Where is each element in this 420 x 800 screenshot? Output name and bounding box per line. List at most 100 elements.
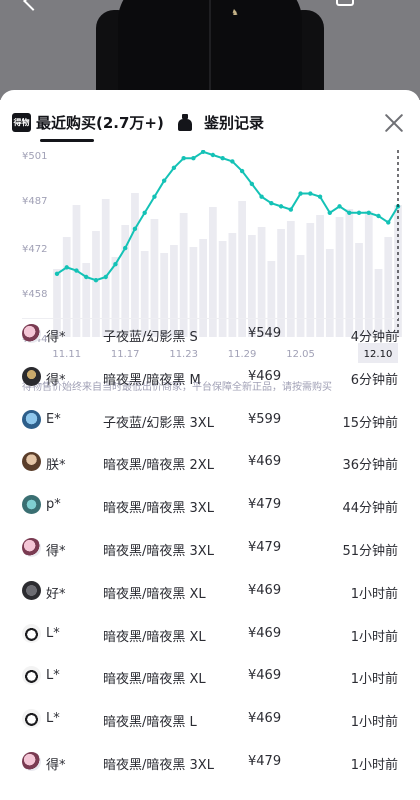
purchase-time: 1小时前 — [350, 629, 398, 645]
y-tick-label: ¥472 — [22, 244, 47, 255]
sku-variant: 暗夜黑/暗夜黑 2XL — [103, 458, 214, 474]
y-tick-label: ¥458 — [22, 289, 47, 300]
price-point — [220, 156, 225, 161]
purchase-time: 6分钟前 — [350, 372, 398, 388]
purchase-row: 得* 暗夜黑/暗夜黑 3XL ¥479 51分钟前 — [0, 529, 420, 572]
purchase-price: ¥469 — [248, 582, 282, 598]
price-point — [288, 207, 294, 212]
product-image: ♞ — [0, 0, 420, 100]
price-point — [64, 265, 69, 270]
buyer-name: L* — [46, 625, 60, 641]
price-point — [171, 165, 177, 171]
price-point — [181, 156, 186, 161]
purchase-time: 51分钟前 — [342, 544, 398, 559]
y-tick-label: ¥487 — [22, 196, 47, 207]
sheet-tabs: 得物 最近购买(2.7万+) 鉴别记录 — [0, 90, 420, 146]
tab-recent-purchases[interactable]: 得物 最近购买(2.7万+) — [12, 110, 164, 134]
buyer-name: L* — [46, 711, 60, 727]
dewu-logo-icon: 得物 — [12, 112, 31, 132]
purchase-price: ¥479 — [248, 497, 282, 513]
price-point — [132, 226, 138, 232]
purchase-time: 1小时前 — [350, 672, 398, 688]
purchase-price: ¥469 — [248, 454, 282, 470]
sku-variant: 暗夜黑/暗夜黑 L — [103, 715, 197, 731]
recent-purchases-sheet: 得物 最近购买(2.7万+) 鉴别记录 ¥501¥487¥472¥458¥444… — [0, 90, 420, 800]
purchase-price: ¥479 — [248, 540, 282, 555]
share-icon[interactable] — [336, 0, 354, 6]
purchase-price: ¥469 — [248, 711, 282, 727]
purchase-price: ¥469 — [248, 668, 282, 684]
avatar — [22, 666, 41, 686]
sku-variant: 暗夜黑/暗夜黑 XL — [103, 672, 206, 688]
sku-variant: 子夜蓝/幻影黑 S — [103, 330, 198, 345]
purchase-time: 1小时前 — [350, 586, 398, 602]
purchase-row: E* 子夜蓝/幻影黑 3XL ¥599 15分钟前 — [0, 401, 420, 444]
purchase-time: 4分钟前 — [350, 330, 398, 345]
purchase-time: 15分钟前 — [342, 415, 398, 431]
price-point — [298, 191, 303, 196]
avatar — [22, 324, 41, 343]
sku-variant: 暗夜黑/暗夜黑 XL — [103, 586, 206, 602]
price-point — [327, 210, 332, 215]
price-point — [152, 194, 157, 199]
price-point — [278, 204, 284, 209]
purchase-price: ¥549 — [248, 326, 282, 341]
avatar — [22, 623, 41, 643]
buyer-name: 得* — [46, 372, 66, 388]
close-icon[interactable] — [384, 113, 404, 133]
purchase-row: L* 暗夜黑/暗夜黑 XL ¥469 1小时前 — [0, 657, 420, 700]
purchase-row: L* 暗夜黑/暗夜黑 XL ¥469 1小时前 — [0, 615, 420, 658]
buyer-name: L* — [46, 668, 60, 684]
price-point — [142, 210, 147, 215]
purchase-price: ¥479 — [248, 754, 282, 769]
buyer-name: 好* — [46, 586, 66, 602]
purchase-price: ¥469 — [248, 625, 282, 641]
price-point — [366, 210, 371, 215]
price-point — [386, 220, 391, 225]
brand-logo-icon: ♞ — [231, 8, 239, 17]
bottle-icon — [178, 113, 192, 131]
purchase-row: 得* 暗夜黑/暗夜黑 3XL ¥479 1小时前 — [0, 743, 420, 786]
price-point — [93, 278, 99, 283]
price-point — [54, 271, 60, 276]
back-icon[interactable] — [23, 0, 43, 11]
price-point — [347, 210, 352, 215]
price-point — [161, 178, 167, 183]
y-tick-label: ¥501 — [22, 151, 47, 162]
price-point — [84, 274, 89, 280]
buyer-name: 得* — [46, 544, 66, 559]
avatar — [22, 452, 41, 472]
tab-label: 最近购买(2.7万+) — [36, 113, 164, 132]
sku-variant: 暗夜黑/暗夜黑 3XL — [103, 758, 214, 773]
price-point — [308, 191, 313, 196]
avatar — [22, 709, 41, 729]
purchase-row: 得* 子夜蓝/幻影黑 S ¥549 4分钟前 — [0, 315, 420, 358]
jacket-zipper — [209, 0, 211, 100]
avatar — [22, 580, 41, 600]
purchase-time: 1小时前 — [350, 758, 398, 773]
purchase-row: L* 暗夜黑/暗夜黑 L ¥469 1小时前 — [0, 700, 420, 743]
sku-variant: 暗夜黑/暗夜黑 XL — [103, 629, 206, 645]
price-point — [230, 159, 235, 164]
avatar — [22, 495, 41, 515]
active-tab-indicator — [40, 139, 94, 142]
buyer-name: 朕* — [46, 458, 66, 474]
price-point — [210, 152, 216, 158]
buyer-name: 得* — [46, 330, 66, 345]
buyer-name: p* — [46, 497, 61, 513]
price-point — [239, 168, 245, 174]
price-point — [123, 245, 128, 251]
sku-variant: 暗夜黑/暗夜黑 3XL — [103, 501, 214, 517]
price-point — [74, 268, 79, 273]
sku-variant: 暗夜黑/暗夜黑 M — [103, 372, 201, 388]
purchase-row: 好* 暗夜黑/暗夜黑 XL ¥469 1小时前 — [0, 572, 420, 615]
purchase-price: ¥469 — [248, 368, 282, 384]
purchase-row: 得* 暗夜黑/暗夜黑 M ¥469 6分钟前 — [0, 358, 420, 401]
jacket-image: ♞ — [118, 0, 302, 100]
avatar — [22, 409, 41, 429]
price-point — [249, 181, 255, 187]
tab-authentication-records[interactable]: 鉴别记录 — [176, 110, 264, 134]
purchase-time: 36分钟前 — [342, 458, 398, 474]
avatar — [22, 538, 41, 557]
purchase-price: ¥599 — [248, 411, 282, 427]
